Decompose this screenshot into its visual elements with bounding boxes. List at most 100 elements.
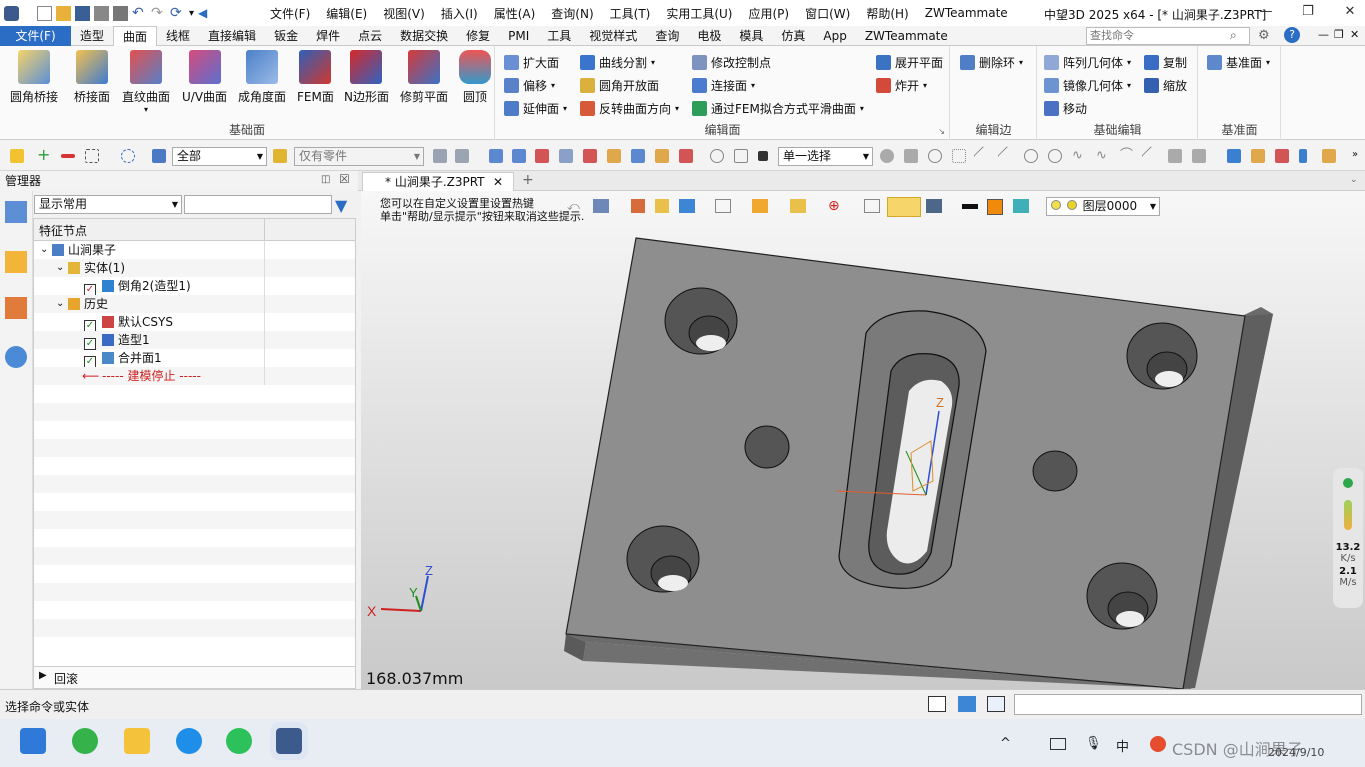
material-icon[interactable] bbox=[1013, 199, 1029, 213]
menu-insert[interactable]: 插入(I) bbox=[433, 5, 486, 22]
collapse-arrow-icon[interactable]: ◀ bbox=[198, 6, 207, 20]
document-tab-close-icon[interactable]: ✕ bbox=[493, 173, 503, 191]
add-icon[interactable]: + bbox=[37, 147, 51, 163]
document-tab[interactable]: * 山涧果子.Z3PRT ✕ bbox=[362, 172, 514, 191]
menu-zwteammate[interactable]: ZWTeammate bbox=[917, 6, 1016, 20]
undo-icon[interactable]: ↶ bbox=[132, 5, 147, 21]
funnel-filter-icon[interactable]: ▼ bbox=[335, 196, 347, 215]
fillet-bridge-button[interactable]: 圆角桥接 bbox=[10, 50, 58, 105]
tray-chevron[interactable]: ^ bbox=[1000, 736, 1011, 751]
status-icon-2[interactable] bbox=[958, 696, 976, 712]
toolbar-icon-q[interactable] bbox=[952, 149, 966, 163]
status-icon-1[interactable] bbox=[928, 696, 946, 712]
ruled-surface-button[interactable]: 直纹曲面 ▾ bbox=[122, 50, 170, 114]
menu-help[interactable]: 帮助(H) bbox=[858, 5, 916, 22]
gear-icon[interactable]: ⚙ bbox=[1258, 28, 1270, 43]
doc-minimize-button[interactable]: — bbox=[1318, 28, 1329, 41]
tree-row[interactable]: ⌄ 实体(1) bbox=[34, 259, 355, 277]
app-logo-icon[interactable] bbox=[4, 5, 19, 21]
tree-row[interactable]: ⌄ 历史 bbox=[34, 295, 355, 313]
tab-mold[interactable]: 模具 bbox=[730, 26, 772, 46]
render-mode-icon[interactable] bbox=[679, 199, 695, 213]
snap-icon[interactable]: ⊕ bbox=[828, 198, 844, 214]
display-combo[interactable]: 显示常用 ▼ bbox=[34, 195, 182, 214]
layout-toggle-icon[interactable] bbox=[887, 197, 921, 217]
save-icon[interactable] bbox=[75, 5, 90, 21]
toolbar-icon-h[interactable] bbox=[607, 149, 621, 163]
tab-sheet-metal[interactable]: 钣金 bbox=[265, 26, 307, 46]
antivirus-icon[interactable] bbox=[1150, 736, 1166, 752]
part-model[interactable]: Z X Y Z bbox=[361, 191, 1365, 689]
rollback-bar[interactable]: ▶ 回滚 bbox=[34, 666, 355, 688]
menu-view[interactable]: 视图(V) bbox=[375, 5, 433, 22]
new-file-icon[interactable] bbox=[37, 5, 52, 21]
extend-surface-button[interactable]: 延伸面 ▾ bbox=[504, 100, 567, 117]
toolbar-icon-v[interactable] bbox=[1275, 149, 1289, 163]
tab-electrode[interactable]: 电极 bbox=[688, 26, 730, 46]
toolbar-icon-u[interactable] bbox=[1251, 149, 1265, 163]
toolbar-icon-o[interactable] bbox=[904, 149, 918, 163]
toolbar-icon-c[interactable] bbox=[489, 149, 503, 163]
toolbar-icon-a[interactable] bbox=[433, 149, 447, 163]
toolbar-icon-x[interactable] bbox=[1322, 149, 1336, 163]
n-sided-surface-button[interactable]: N边形面 bbox=[344, 50, 389, 105]
wechat-icon[interactable] bbox=[226, 728, 252, 754]
connect-surface-button[interactable]: 连接面 ▾ bbox=[692, 77, 755, 94]
background-icon[interactable] bbox=[926, 199, 942, 213]
tab-tools[interactable]: 工具 bbox=[538, 26, 580, 46]
circle-icon[interactable] bbox=[1024, 149, 1038, 163]
toolbar-icon-n[interactable] bbox=[880, 149, 894, 163]
tree-expand-icon[interactable]: ⌄ bbox=[56, 295, 64, 313]
modify-control-points-button[interactable]: 修改控制点 bbox=[692, 54, 771, 71]
circle2-icon[interactable] bbox=[1048, 149, 1062, 163]
view-cube-icon[interactable] bbox=[715, 199, 731, 213]
edge-browser-icon[interactable] bbox=[176, 728, 202, 754]
unfold-plane-button[interactable]: 展开平面 bbox=[876, 54, 943, 71]
tree-expand-icon[interactable]: ⌄ bbox=[56, 259, 64, 277]
minimize-button[interactable]: — bbox=[1252, 2, 1280, 22]
status-icon-3[interactable] bbox=[987, 696, 1005, 712]
arc-icon[interactable]: ⌒ bbox=[1120, 149, 1134, 163]
select-mode-combo[interactable]: 单一选择 ▼ bbox=[778, 147, 873, 166]
tab-app[interactable]: App bbox=[814, 26, 855, 46]
tree-row[interactable]: ✓ 造型1 bbox=[34, 331, 355, 350]
mirror-geometry-button[interactable]: 镜像几何体 ▾ bbox=[1044, 77, 1131, 94]
fem-smooth-surface-button[interactable]: 通过FEM拟合方式平滑曲面 ▾ bbox=[692, 100, 864, 117]
help-icon[interactable]: ? bbox=[1284, 27, 1300, 43]
close-button[interactable]: ✕ bbox=[1336, 2, 1364, 22]
file-explorer-icon[interactable] bbox=[124, 728, 150, 754]
tab-repair[interactable]: 修复 bbox=[457, 26, 499, 46]
dome-button[interactable]: 圆顶 bbox=[459, 50, 491, 105]
ime-indicator[interactable]: 中 bbox=[1116, 736, 1129, 755]
toolbar-icon-d[interactable] bbox=[512, 149, 526, 163]
tab-visual-style[interactable]: 视觉样式 bbox=[580, 26, 646, 46]
pattern-geometry-button[interactable]: 阵列几何体 ▾ bbox=[1044, 54, 1131, 71]
trim-plane-button[interactable]: 修剪平面 bbox=[400, 50, 448, 105]
select-pointer-icon[interactable] bbox=[10, 149, 24, 163]
line-color-swatch[interactable] bbox=[962, 204, 978, 209]
print-preview-icon[interactable] bbox=[113, 5, 128, 21]
layer-combo[interactable]: 图层0000 ▼ bbox=[1046, 197, 1160, 216]
toolbar-icon-m[interactable] bbox=[734, 149, 748, 163]
microphone-icon[interactable]: 🎙 bbox=[1085, 736, 1102, 751]
tab-list-icon[interactable]: ⌄ bbox=[1350, 175, 1358, 185]
shaded-icon[interactable] bbox=[655, 199, 669, 213]
curve-split-button[interactable]: 曲线分割 ▾ bbox=[580, 54, 655, 71]
tab-direct-edit[interactable]: 直接编辑 bbox=[199, 26, 265, 46]
tree-filter-input[interactable] bbox=[184, 195, 332, 214]
view-orientation-icon[interactable] bbox=[593, 199, 609, 213]
delete-loop-button[interactable]: 删除环 ▾ bbox=[960, 54, 1023, 71]
menu-edit[interactable]: 编辑(E) bbox=[318, 5, 375, 22]
menu-query[interactable]: 查询(N) bbox=[543, 5, 601, 22]
sketch-icon[interactable] bbox=[631, 199, 645, 213]
fillet-open-face-button[interactable]: 圆角开放面 bbox=[580, 77, 659, 94]
menu-attribute[interactable]: 属性(A) bbox=[486, 5, 544, 22]
box-select-icon[interactable] bbox=[85, 149, 99, 163]
tab-surface[interactable]: 曲面 bbox=[113, 26, 158, 46]
bridge-surface-button[interactable]: 桥接面 bbox=[74, 50, 110, 105]
toolbar-icon-g[interactable] bbox=[583, 149, 597, 163]
menu-window[interactable]: 窗口(W) bbox=[797, 5, 858, 22]
history-manager-icon[interactable] bbox=[5, 201, 27, 223]
filter-combo[interactable]: 全部 ▼ bbox=[172, 147, 267, 166]
tab-point-cloud[interactable]: 点云 bbox=[349, 26, 391, 46]
